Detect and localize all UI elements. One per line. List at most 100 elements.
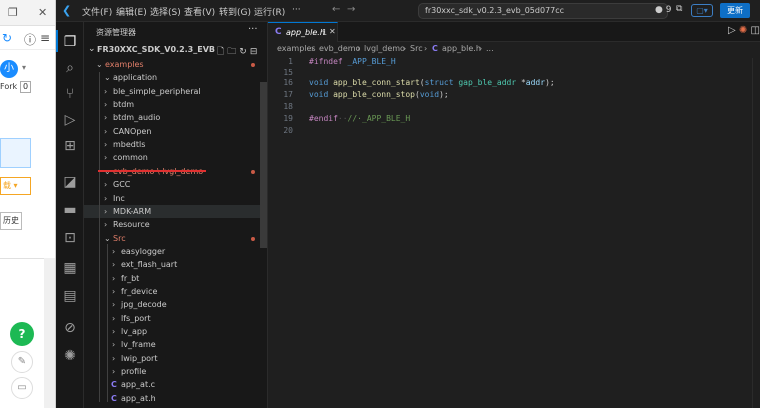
chevron-down-icon[interactable]: ▾ [22, 63, 26, 72]
chevron-right-icon: › [112, 286, 116, 296]
run-icon[interactable]: ▷ [728, 25, 736, 36]
source-control-icon[interactable]: ⑂ [60, 84, 80, 104]
code-token: app_ble_conn_start [333, 78, 420, 87]
search-input[interactable]: fr30xxc_sdk_v0.2.3_evb_05d077cc [418, 3, 668, 19]
chevron-down-icon: ⌄ [104, 73, 111, 83]
code-token: gap_ble_addr [458, 78, 517, 87]
help-button[interactable]: ? [10, 322, 34, 346]
tree-folder[interactable]: › MDK-ARM [84, 204, 267, 218]
breadcrumb-item[interactable]: lvgl_demo [364, 44, 405, 53]
update-button[interactable]: 更新 [720, 3, 750, 18]
forward-arrow-icon[interactable]: → [347, 4, 355, 15]
tree-folder[interactable]: › mbedtls [84, 138, 267, 151]
chevron-right-icon: › [104, 153, 108, 163]
split-editor-icon[interactable]: ◫ [750, 25, 759, 36]
tree-folder[interactable]: › ble_simple_peripheral [84, 85, 267, 98]
git-graph-icon[interactable]: ⊘ [60, 318, 80, 338]
menu-icon[interactable]: ≡ [40, 31, 50, 45]
tree-folder[interactable]: › fr_bt [84, 272, 267, 285]
sparkle-icon[interactable]: ✺ [60, 346, 80, 366]
tab-app-ble-h[interactable]: C app_ble.h 1 ✕ [268, 22, 338, 42]
run-debug-icon[interactable]: ▷ [60, 110, 80, 130]
layout-icon[interactable]: ⧉ [676, 4, 682, 14]
tree-folder[interactable]: › fr_device [84, 285, 267, 298]
c-file-icon: C [111, 380, 117, 390]
tree-item-label: application [113, 73, 158, 83]
search-icon[interactable]: ⌕ [60, 58, 80, 78]
sparkle-icon[interactable]: ✺ [739, 25, 747, 36]
menu-more[interactable]: ··· [292, 5, 301, 15]
tree-folder[interactable]: › btdm_audio [84, 111, 267, 124]
chip-icon[interactable]: ▦ [60, 258, 80, 278]
fork-count-badge: 0 [20, 81, 31, 93]
breadcrumb-item[interactable]: evb_demo [319, 44, 360, 53]
tree-folder[interactable]: › btdm [84, 98, 267, 111]
folder-icon[interactable]: ▤ [60, 286, 80, 306]
tree-folder[interactable]: › GCC [84, 178, 267, 191]
tree-folder[interactable]: › Inc [84, 192, 267, 205]
close-icon[interactable]: ✕ [38, 6, 47, 19]
refresh-icon[interactable]: ↻ [239, 47, 250, 57]
line-number: 18 [283, 102, 293, 111]
line-source: void app_ble_conn_stop(void); [309, 89, 449, 100]
tree-folder[interactable]: › easylogger [84, 245, 267, 258]
info-icon[interactable]: ⓘ [24, 31, 36, 48]
tree-folder[interactable]: › ext_flash_uart [84, 258, 267, 271]
sidebar-scrollbar[interactable] [260, 82, 267, 248]
breadcrumb-sep: › [424, 44, 428, 53]
share-icon[interactable]: ↻ [2, 31, 12, 45]
tree-folder[interactable]: › Resource [84, 218, 267, 231]
tree-folder[interactable]: › lv_app [84, 325, 267, 338]
download-button[interactable]: 载 ▾ [0, 177, 31, 195]
editor-actions: ▷ ✺ ◫ [728, 25, 760, 36]
new-file-icon[interactable]: 🗋 [217, 47, 227, 57]
copilot-status[interactable]: ● 9 [655, 5, 671, 15]
collapse-all-icon[interactable]: ⊟ [250, 47, 261, 57]
explorer-title: 资源管理器 [96, 28, 136, 37]
tree-file[interactable]: Capp_at.c [84, 378, 267, 391]
close-icon[interactable]: ✕ [329, 27, 336, 36]
remote-explorer-icon[interactable]: ◪ [60, 172, 80, 192]
chevron-right-icon: › [104, 126, 108, 136]
breadcrumb-item[interactable]: Src [410, 44, 423, 53]
terminal-icon[interactable]: ▬ [60, 200, 80, 220]
menu-run[interactable]: 运行(R) [254, 5, 285, 18]
menu-view[interactable]: 查看(V) [184, 5, 215, 18]
menu-file[interactable]: 文件(F) [82, 5, 112, 18]
tree-folder[interactable]: ⌄ examples [84, 58, 267, 71]
history-button[interactable]: 历史 [0, 212, 22, 230]
chat-pill-icon[interactable]: ▢▾ [691, 4, 713, 17]
menu-go[interactable]: 转到(G) [219, 5, 251, 18]
more-actions-icon[interactable]: ··· [248, 24, 258, 35]
breadcrumb-item[interactable]: examples [277, 44, 316, 53]
back-arrow-icon[interactable]: ← [332, 4, 340, 15]
breadcrumb-item[interactable]: app_ble.h [442, 44, 481, 53]
menu-selection[interactable]: 选择(S) [150, 5, 181, 18]
editor-scrollbar[interactable] [752, 58, 760, 408]
tree-folder[interactable]: › common [84, 151, 267, 164]
testing-icon[interactable]: ⊡ [60, 228, 80, 248]
new-folder-icon[interactable]: 🗀 [227, 47, 239, 57]
tree-folder[interactable]: › profile [84, 365, 267, 378]
chat-icon[interactable]: ▭ [11, 377, 33, 399]
tree-folder[interactable]: ⌄ Src [84, 232, 267, 245]
tree-folder[interactable]: › lfs_port [84, 312, 267, 325]
extensions-icon[interactable]: ⊞ [60, 136, 80, 156]
breadcrumb-item[interactable]: ... [486, 44, 494, 53]
explorer-icon[interactable]: ❐ [60, 32, 80, 52]
avatar[interactable]: 小 [0, 60, 18, 78]
tree-folder[interactable]: › lv_frame [84, 338, 267, 351]
tree-folder[interactable]: › CANOpen [84, 125, 267, 138]
tree-folder[interactable]: › lwip_port [84, 352, 267, 365]
modified-dot [251, 236, 255, 241]
code-token: void [309, 78, 329, 87]
tree-folder[interactable]: ⌄ application [84, 71, 267, 84]
tree-item-label: app_at.c [121, 380, 156, 390]
tree-file[interactable]: Capp_at.h [84, 392, 267, 405]
menu-edit[interactable]: 编辑(E) [116, 5, 147, 18]
edit-icon[interactable]: ✎ [11, 351, 33, 373]
project-header[interactable]: ⌄ FR30XXC_SDK_V0.2.3_EVB_05D... 🗋🗀↻⊟ [84, 42, 267, 58]
tree-folder[interactable]: › jpg_decode [84, 298, 267, 311]
fork-label[interactable]: Fork [0, 82, 17, 91]
restore-window-icon[interactable]: ❐ [8, 6, 18, 19]
